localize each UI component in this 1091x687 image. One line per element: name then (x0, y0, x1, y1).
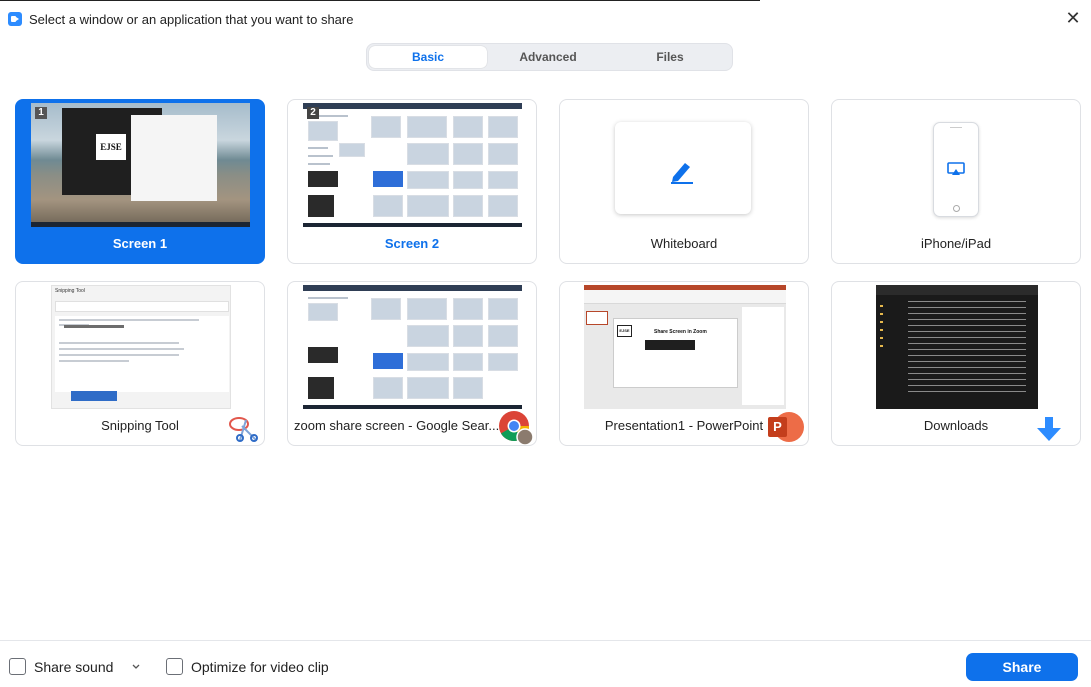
title-bar: Select a window or an application that y… (0, 0, 1091, 38)
snipping-tool-thumbnail: Snipping Tool (51, 285, 231, 409)
share-button[interactable]: Share (966, 653, 1078, 681)
screen-1-thumbnail: EJSE 1 (31, 103, 250, 227)
source-card-powerpoint[interactable]: EJSE Share Screen in Zoom P Presentation… (559, 281, 809, 446)
slide-title: Share Screen in Zoom (654, 329, 707, 335)
source-card-google-chrome[interactable]: zoom share screen - Google Sear... (287, 281, 537, 446)
close-button[interactable]: ✕ (1065, 9, 1081, 27)
source-label: Snipping Tool (101, 418, 179, 433)
source-label: Screen 1 (112, 236, 168, 251)
source-card-snipping-tool[interactable]: Snipping Tool Snipping Tool (15, 281, 265, 446)
source-card-screen-2[interactable]: 2 Screen 2 (287, 99, 537, 264)
screen-number-badge: 2 (307, 107, 319, 119)
chevron-down-icon[interactable] (131, 659, 141, 673)
source-card-iphone-ipad[interactable]: iPhone/iPad (831, 99, 1081, 264)
file-explorer-thumbnail (876, 285, 1038, 409)
chrome-window-thumbnail (303, 285, 522, 409)
source-card-whiteboard[interactable]: Whiteboard (559, 99, 809, 264)
source-label: zoom share screen - Google Sear... (294, 418, 500, 433)
ejse-logo: EJSE (617, 325, 632, 337)
source-label: Downloads (923, 418, 989, 433)
source-card-downloads[interactable]: Downloads (831, 281, 1081, 446)
snipping-tool-title: Snipping Tool (55, 288, 85, 294)
source-card-screen-1[interactable]: EJSE 1 Screen 1 (15, 99, 265, 264)
airplay-icon (947, 162, 965, 175)
source-label: Screen 2 (384, 236, 440, 251)
tab-advanced[interactable]: Advanced (489, 46, 607, 68)
tab-files[interactable]: Files (611, 46, 729, 68)
optimize-video-checkbox[interactable] (166, 658, 183, 675)
zoom-app-icon (8, 12, 22, 26)
window-title: Select a window or an application that y… (29, 12, 354, 27)
thumbnail-taskbar (31, 222, 250, 227)
phone-icon (933, 122, 979, 217)
source-label: Presentation1 - PowerPoint (604, 418, 764, 433)
share-sound-label: Share sound (34, 659, 114, 675)
share-sound-checkbox[interactable] (9, 658, 26, 675)
slide-preview: EJSE Share Screen in Zoom (613, 318, 738, 388)
share-tabs: Basic Advanced Files (366, 43, 733, 71)
powerpoint-thumbnail: EJSE Share Screen in Zoom (584, 285, 786, 409)
screen-2-thumbnail: 2 (303, 103, 522, 227)
source-label: iPhone/iPad (920, 236, 992, 251)
tab-basic[interactable]: Basic (369, 46, 487, 68)
footer-divider (0, 640, 1091, 641)
screen-number-badge: 1 (35, 107, 47, 119)
source-label: Whiteboard (650, 236, 718, 251)
ejse-logo: EJSE (96, 134, 126, 160)
whiteboard-paper (615, 122, 751, 214)
optimize-video-label: Optimize for video clip (191, 659, 329, 675)
pen-icon (671, 163, 693, 184)
thumbnail-window (131, 115, 217, 201)
